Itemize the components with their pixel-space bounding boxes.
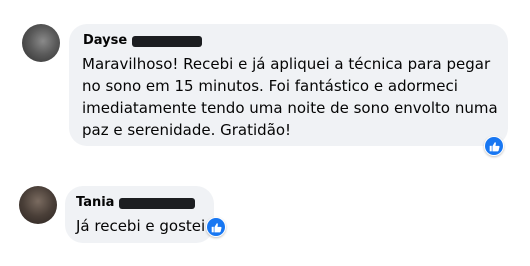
redacted-surname bbox=[119, 197, 196, 209]
comment-text-line: Já recebi e gostei bbox=[76, 217, 206, 235]
comment-bubble: Tania Já recebi e gostei bbox=[65, 186, 214, 243]
comment-author-row: Dayse bbox=[83, 33, 203, 49]
comment-text-line: imediatamente tendo uma noite de sono en… bbox=[82, 99, 498, 117]
comment-text-line: Maravilhoso! Recebi e já apliquei a técn… bbox=[82, 55, 491, 73]
comment-author-name[interactable]: Dayse bbox=[83, 33, 127, 49]
avatar[interactable] bbox=[19, 186, 57, 224]
comment-bubble: Dayse Maravilhoso! Recebi e já apliquei … bbox=[69, 24, 508, 146]
reaction-badge[interactable] bbox=[484, 136, 504, 156]
like-icon bbox=[207, 218, 225, 236]
avatar[interactable] bbox=[22, 24, 60, 62]
like-icon bbox=[485, 137, 503, 155]
comment-author-row: Tania bbox=[76, 195, 196, 211]
redacted-surname bbox=[132, 35, 203, 47]
comment-text-line: paz e serenidade. Gratidão! bbox=[82, 121, 292, 139]
comment-text-line: no sono em 15 minutos. Foi fantástico e … bbox=[82, 77, 458, 95]
comment-text: Maravilhoso! Recebi e já apliquei a técn… bbox=[82, 53, 498, 141]
comment-author-name[interactable]: Tania bbox=[76, 195, 114, 211]
comment-text: Já recebi e gostei bbox=[76, 215, 205, 237]
reaction-badge[interactable] bbox=[206, 217, 226, 237]
